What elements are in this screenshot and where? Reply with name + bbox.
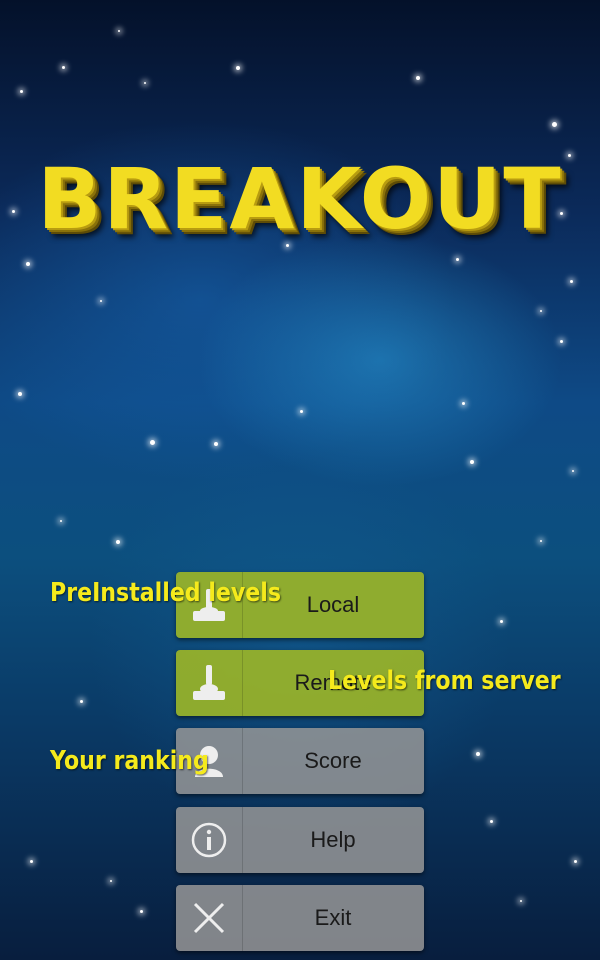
local-annotation: PreInstalled levels — [50, 578, 282, 608]
score-button[interactable]: Score — [176, 728, 424, 794]
remote-annotation: Levels from server — [328, 666, 561, 696]
exit-label: Exit — [314, 905, 352, 930]
score-label: Score — [304, 748, 362, 773]
game-title-logo: BREAKOUT — [37, 150, 563, 248]
score-annotation: Your ranking — [50, 746, 209, 776]
joystick-icon — [176, 650, 243, 716]
help-label: Help — [310, 827, 356, 852]
info-icon — [176, 807, 243, 873]
close-icon — [176, 885, 243, 951]
exit-button[interactable]: Exit — [176, 885, 424, 951]
help-button[interactable]: Help — [176, 807, 424, 873]
